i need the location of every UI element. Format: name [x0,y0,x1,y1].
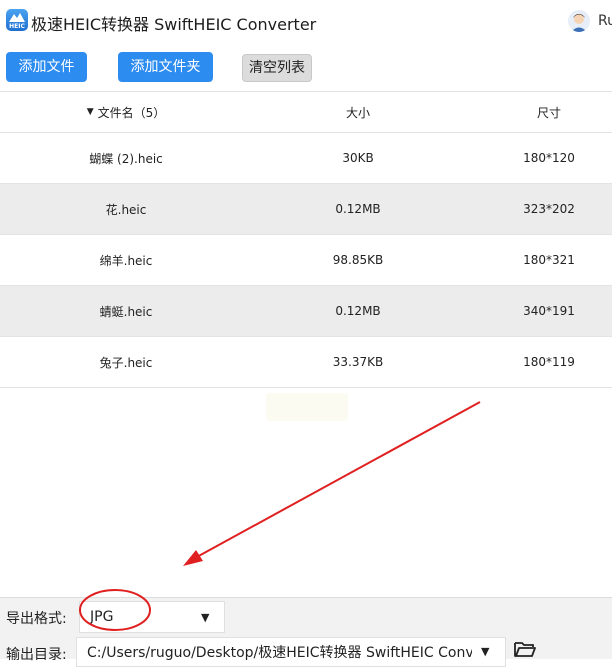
column-header-filename[interactable]: ▼ 文件名（5） [0,92,252,132]
table-row[interactable]: 蜻蜓.heic 0.12MB 340*191 [0,286,612,337]
user-name[interactable]: Ru [598,13,612,29]
file-dimensions: 180*321 [523,253,575,267]
table-row[interactable]: 花.heic 0.12MB 323*202 [0,184,612,235]
format-dropdown-caret-icon[interactable]: ▼ [201,611,209,624]
file-size: 30KB [342,151,374,165]
export-format-label: 导出格式: [6,611,67,627]
annotation-arrow-line [194,401,481,559]
file-size: 33.37KB [332,355,384,369]
file-dimensions: 323*202 [523,202,575,216]
file-size: 0.12MB [335,202,381,216]
add-folder-button[interactable]: 添加文件夹 [118,52,213,82]
toolbar: 添加文件 添加文件夹 清空列表 [0,42,612,91]
file-size: 0.12MB [335,304,381,318]
app-title: 极速HEIC转换器 SwiftHEIC Converter [31,15,317,34]
faint-highlight [266,393,348,421]
file-name: 花.heic [105,202,147,217]
file-dimensions: 340*191 [523,304,575,318]
table-header: ▼ 文件名（5） 大小 尺寸 [0,91,612,133]
annotation-arrow-head [183,550,203,566]
file-name: 绵羊.heic [99,253,153,268]
file-name: 兔子.heic [99,355,153,370]
file-dimensions: 180*120 [523,151,575,165]
app-logo-text: HEIC [9,23,25,30]
column-header-dimensions[interactable]: 尺寸 [464,92,612,132]
file-name: 蝴蝶 (2).heic [89,151,163,166]
output-dir-label: 输出目录: [6,647,67,663]
output-dir-select[interactable]: C:/Users/ruguo/Desktop/极速HEIC转换器 SwiftHE… [76,637,506,667]
column-label-filename: 文件名（5） [97,105,166,120]
export-settings-panel: 导出格式: JPG ▼ 输出目录: C:/Users/ruguo/Desktop… [0,597,612,667]
file-dimensions: 180*119 [523,355,575,369]
file-name: 蜻蜓.heic [99,304,153,319]
table-row[interactable]: 绵羊.heic 98.85KB 180*321 [0,235,612,286]
table-row[interactable]: 蝴蝶 (2).heic 30KB 180*120 [0,133,612,184]
table-row[interactable]: 兔子.heic 33.37KB 180*119 [0,337,612,388]
file-size: 98.85KB [332,253,384,267]
app-logo-icon: HEIC [6,9,28,31]
title-bar: HEIC 极速HEIC转换器 SwiftHEIC Converter Ru [0,0,612,43]
column-header-size[interactable]: 大小 [252,92,464,132]
clear-list-button[interactable]: 清空列表 [242,54,312,82]
add-file-button[interactable]: 添加文件 [6,52,87,82]
folder-open-icon[interactable] [514,640,536,662]
sort-down-icon: ▼ [86,107,94,117]
output-dir-path: C:/Users/ruguo/Desktop/极速HEIC转换器 SwiftHE… [87,645,506,661]
file-table: ▼ 文件名（5） 大小 尺寸 蝴蝶 (2).heic 30KB 180*120 … [0,91,612,388]
user-avatar[interactable] [568,10,590,32]
output-dropdown-caret-icon[interactable]: ▼ [481,645,489,658]
export-format-value: JPG [90,609,114,625]
